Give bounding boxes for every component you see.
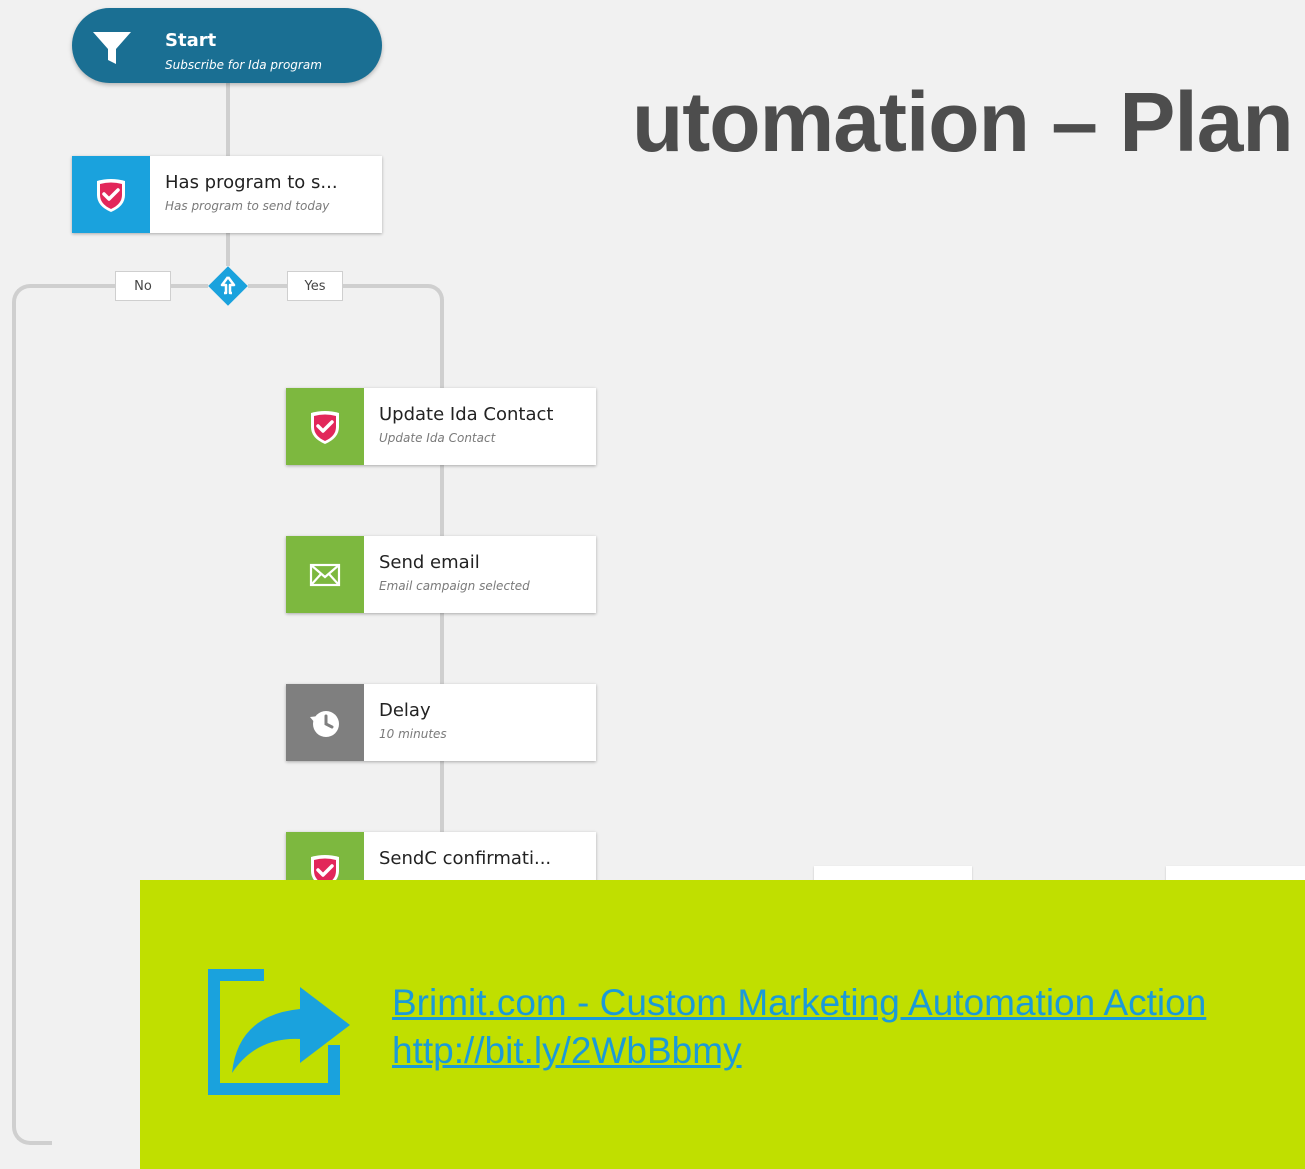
connector-start-condition: [226, 83, 230, 156]
connector-yes-down: [440, 320, 444, 390]
step-title: Delay: [379, 700, 431, 721]
step-node-icon-panel: [286, 388, 364, 465]
step-title: Send email: [379, 552, 480, 573]
clock-history-icon: [310, 711, 339, 737]
connector-step2-step3: [440, 613, 444, 686]
start-node[interactable]: Start Subscribe for Ida program: [72, 8, 382, 83]
step-title: Update Ida Contact: [379, 404, 554, 425]
step-subtitle: Update Ida Contact: [379, 431, 496, 445]
step-title: SendC confirmati...: [379, 848, 552, 869]
brimit-link[interactable]: Brimit.com - Custom Marketing Automation…: [392, 982, 1206, 1024]
shield-check-icon: [97, 179, 125, 212]
connector-step3-step4: [440, 761, 444, 834]
step-subtitle: Email campaign selected: [379, 579, 530, 593]
share-arrow-icon: [208, 969, 350, 1095]
step-node-icon-panel: [286, 536, 364, 613]
branch-label-yes[interactable]: Yes: [287, 271, 343, 301]
split-diamond-icon[interactable]: [205, 263, 251, 309]
step-node[interactable]: Delay 10 minutes: [286, 684, 596, 761]
step-node[interactable]: Update Ida Contact Update Ida Contact: [286, 388, 596, 465]
condition-node[interactable]: Has program to s... Has program to send …: [72, 156, 382, 233]
connector-no-branch: [12, 284, 52, 1145]
envelope-icon: [309, 563, 341, 587]
step-node[interactable]: Send email Email campaign selected: [286, 536, 596, 613]
short-url-link[interactable]: http://bit.ly/2WbBbmy: [392, 1030, 742, 1072]
condition-title: Has program to s...: [165, 172, 338, 193]
connector-yes-corner: [410, 284, 444, 324]
step-node-icon-panel: [286, 684, 364, 761]
connector-step1-step2: [440, 465, 444, 538]
start-title: Start: [165, 30, 217, 51]
page-title: utomation – Plan: [632, 75, 1294, 169]
branch-label-no[interactable]: No: [115, 271, 171, 301]
condition-subtitle: Has program to send today: [165, 199, 330, 213]
step-subtitle: 10 minutes: [379, 727, 447, 741]
connector-condition-split: [226, 232, 230, 266]
funnel-icon: [93, 32, 131, 64]
promo-banner: Brimit.com - Custom Marketing Automation…: [140, 880, 1305, 1169]
start-subtitle: Subscribe for Ida program: [165, 58, 322, 72]
shield-check-icon: [311, 411, 339, 444]
condition-node-icon-panel: [72, 156, 150, 233]
